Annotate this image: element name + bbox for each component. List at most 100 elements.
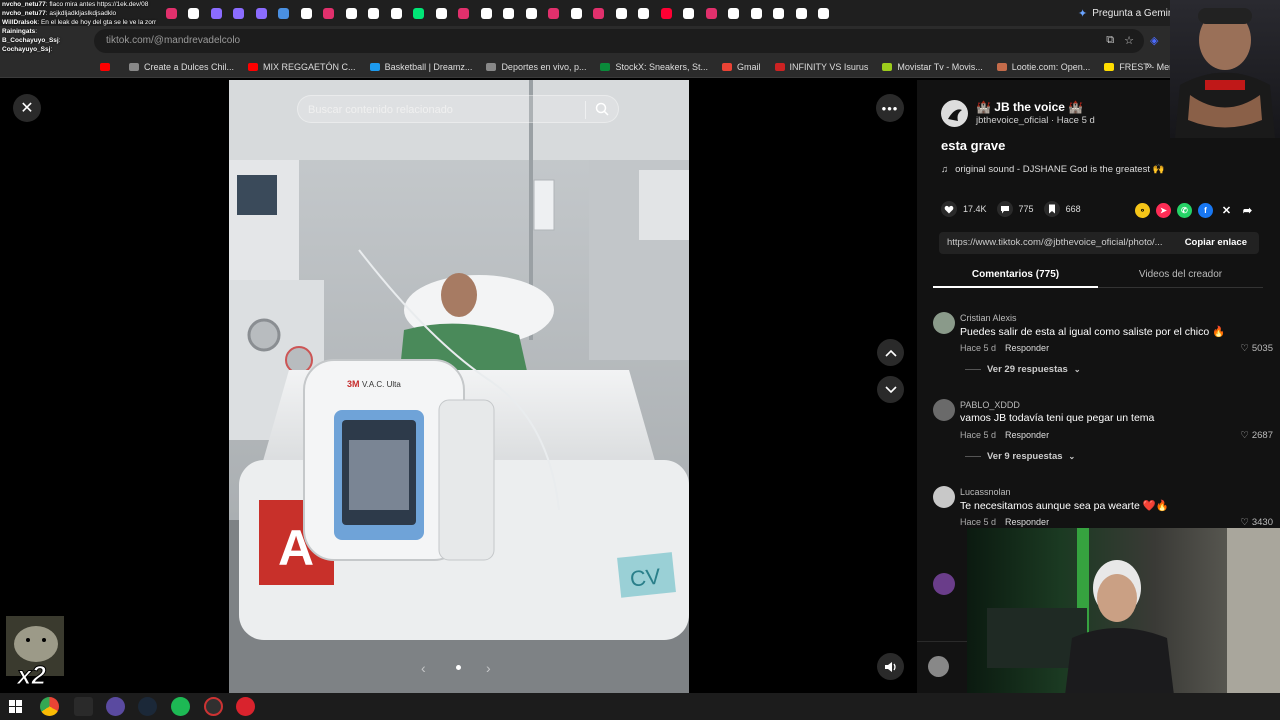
search-icon[interactable] (595, 102, 609, 116)
reply-button[interactable]: Responder (1005, 343, 1049, 353)
browser-tab[interactable] (228, 0, 251, 26)
x-twitter-icon[interactable]: ✕ (1219, 203, 1234, 218)
comment-stat[interactable]: 775 (996, 201, 1034, 217)
more-options-button[interactable]: ••• (876, 94, 904, 122)
tab-creator-videos[interactable]: Videos del creador (1098, 262, 1263, 288)
browser-tab[interactable] (723, 0, 746, 26)
bookmarks-more-icon[interactable]: » (1146, 60, 1156, 72)
music-row[interactable]: ♫ original sound - DJSHANE God is the gr… (941, 164, 1164, 175)
share-link-url[interactable]: https://www.tiktok.com/@jbthevoice_ofici… (947, 237, 1172, 248)
comment-like[interactable]: ♡ 3430 (1240, 517, 1273, 528)
comment-like[interactable]: ♡ 2687 (1240, 430, 1273, 441)
browser-tab[interactable] (655, 0, 678, 26)
related-search-input[interactable] (308, 102, 578, 118)
volume-button[interactable] (877, 653, 904, 680)
tab-favicon-icon (233, 7, 245, 19)
bookmark-item[interactable]: StockX: Sneakers, St... (600, 62, 708, 72)
reply-button[interactable]: Responder (1005, 517, 1049, 527)
browser-tab[interactable] (543, 0, 566, 26)
creator-name[interactable]: 🏰 JB the voice 🏰 (976, 100, 1083, 114)
share-arrow-icon[interactable]: ➦ (1240, 203, 1255, 218)
windows-start-icon[interactable] (9, 700, 22, 713)
browser-tab[interactable] (745, 0, 768, 26)
slide-next-icon[interactable]: › (486, 660, 491, 676)
send-icon[interactable]: ➤ (1156, 203, 1171, 218)
tab-comments[interactable]: Comentarios (775) (933, 262, 1098, 288)
copy-link-button[interactable]: Copiar enlace (1185, 237, 1247, 248)
comment-username[interactable]: Lucassnolan (960, 487, 1011, 497)
browser-tab[interactable] (183, 0, 206, 26)
browser-tab[interactable] (588, 0, 611, 26)
browser-tab[interactable] (408, 0, 431, 26)
app-taskbar-icon[interactable] (74, 697, 93, 716)
facebook-icon[interactable]: f (1198, 203, 1213, 218)
comment-username[interactable]: Cristian Alexis (960, 313, 1017, 323)
bookmark-item[interactable]: Deportes en vivo, p... (486, 62, 586, 72)
save-stat[interactable]: 668 (1043, 201, 1081, 217)
close-button[interactable]: ✕ (13, 94, 41, 122)
browser-tab[interactable] (678, 0, 701, 26)
view-replies-button[interactable]: Ver 29 respuestas ⌄ (965, 364, 1081, 375)
like-stat[interactable]: 17.4K (941, 201, 987, 217)
bookmark-item[interactable]: INFINITY VS Isurus (774, 62, 868, 72)
browser-tab[interactable] (385, 0, 408, 26)
comment-avatar[interactable] (933, 486, 955, 508)
tab-favicon-icon (278, 7, 290, 19)
creator-handle[interactable]: jbthevoice_oficial · Hace 5 d (976, 115, 1095, 126)
obs-taskbar-icon[interactable] (204, 697, 223, 716)
browser-tab[interactable] (340, 0, 363, 26)
bookmark-item[interactable]: Create a Dulces Chil... (129, 62, 234, 72)
browser-tab[interactable] (610, 0, 633, 26)
related-search-box[interactable] (297, 95, 619, 123)
comment-avatar[interactable] (933, 573, 955, 595)
browser-tab[interactable] (250, 0, 273, 26)
browser-tab[interactable] (318, 0, 341, 26)
browser-tab[interactable] (700, 0, 723, 26)
browser-tab[interactable] (790, 0, 813, 26)
vac-brand: 3M (347, 379, 360, 389)
browser-tab[interactable] (813, 0, 836, 26)
browser-tab[interactable] (205, 0, 228, 26)
whatsapp-icon[interactable]: ✆ (1177, 203, 1192, 218)
tab-favicon-icon (593, 7, 605, 19)
creator-avatar[interactable] (941, 100, 968, 127)
spotify-taskbar-icon[interactable] (171, 697, 190, 716)
comment-like[interactable]: ♡ 5035 (1240, 343, 1273, 354)
comment-avatar[interactable] (933, 399, 955, 421)
bookmark-item[interactable] (100, 62, 115, 71)
comment-username[interactable]: PABLO_XDDD (960, 400, 1020, 410)
bookmark-item[interactable]: Movistar Tv - Movis... (882, 62, 983, 72)
bookmark-item[interactable]: Gmail (722, 62, 761, 72)
browser-tab[interactable] (363, 0, 386, 26)
chrome-taskbar-icon[interactable] (40, 697, 59, 716)
browser-tab[interactable] (565, 0, 588, 26)
extension-icon[interactable]: ◈ (1150, 34, 1158, 47)
browser-tab[interactable] (633, 0, 656, 26)
music-title: original sound - DJSHANE God is the grea… (955, 164, 1165, 175)
gemini-button[interactable]: ✦ Pregunta a Gemini (1078, 4, 1176, 22)
browser-tab[interactable] (430, 0, 453, 26)
next-video-button[interactable] (877, 376, 904, 403)
browser-tab[interactable] (475, 0, 498, 26)
browser-tab[interactable] (498, 0, 521, 26)
bookmark-star-icon[interactable]: ☆ (1124, 34, 1134, 47)
bookmark-item[interactable]: Lootie.com: Open... (996, 62, 1090, 72)
embed-icon[interactable]: ⚬ (1135, 203, 1150, 218)
browser-tab[interactable] (273, 0, 296, 26)
reply-button[interactable]: Responder (1005, 430, 1049, 440)
bookmark-item[interactable]: MIX REGGAETÓN C... (248, 62, 356, 72)
view-replies-button[interactable]: Ver 9 respuestas ⌄ (965, 451, 1075, 462)
url-field[interactable]: tiktok.com/@mandrevadelcolo ⧉ ☆ (94, 29, 1144, 53)
bookmark-item[interactable]: Basketball | Dreamz... (369, 62, 472, 72)
browser-tab[interactable] (295, 0, 318, 26)
browser-tab[interactable] (453, 0, 476, 26)
app2-taskbar-icon[interactable] (106, 697, 125, 716)
previous-video-button[interactable] (877, 339, 904, 366)
red-app-taskbar-icon[interactable] (236, 697, 255, 716)
steam-taskbar-icon[interactable] (138, 697, 157, 716)
slide-prev-icon[interactable]: ‹ (421, 660, 426, 676)
comment-avatar[interactable] (933, 312, 955, 334)
browser-tab[interactable] (520, 0, 543, 26)
install-icon[interactable]: ⧉ (1106, 34, 1114, 47)
browser-tab[interactable] (768, 0, 791, 26)
